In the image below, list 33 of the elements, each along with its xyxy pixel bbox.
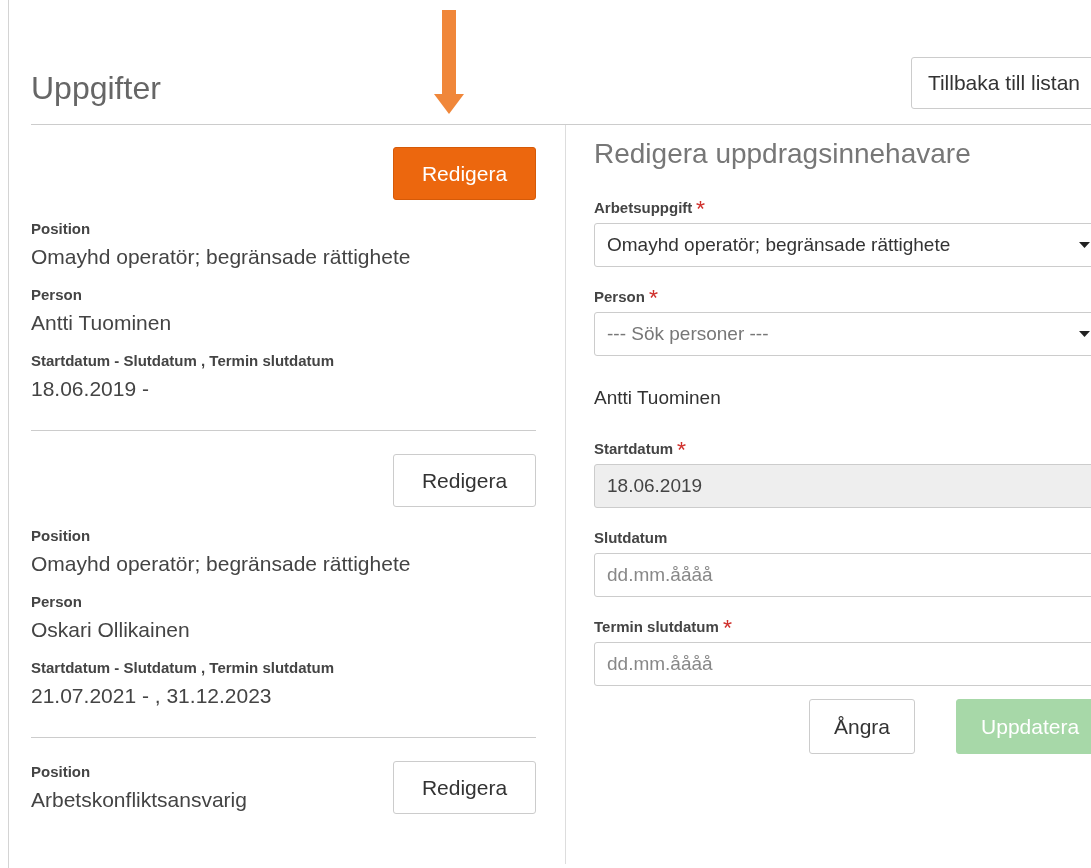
field-value: Omayhd operatör; begränsade rättighete (31, 551, 411, 577)
edit-button[interactable]: Redigera (393, 761, 536, 814)
field-value: 18.06.2019 - (31, 376, 149, 402)
field-label: Position (31, 526, 91, 546)
field-label: Person (31, 592, 82, 612)
page-title: Uppgifter (31, 69, 161, 108)
field-label: Arbetsuppgift (594, 199, 693, 217)
field-value: Omayhd operatör; begränsade rättighete (31, 244, 411, 270)
field-label: Position (31, 762, 91, 782)
field-value: 21.07.2021 - , 31.12.2023 (31, 683, 272, 709)
field-value: Arbetskonfliktsansvarig (31, 787, 247, 813)
caret-icon (1079, 331, 1090, 337)
person-name: Antti Tuominen (594, 386, 722, 410)
field-value: Antti Tuominen (31, 310, 172, 336)
field-label: Person (594, 288, 645, 306)
undo-button[interactable]: Ångra (809, 699, 916, 754)
edit-button[interactable]: Redigera (393, 454, 536, 507)
input-field[interactable]: dd.mm.åååå (594, 642, 1091, 686)
back-button[interactable]: Tillbaka till listan (910, 57, 1091, 109)
field-label: Termin slutdatum (594, 618, 719, 636)
caret-icon (1079, 242, 1090, 248)
field-label: Startdatum (594, 440, 674, 458)
field-label: Startdatum - Slutdatum , Termin slutdatum (31, 658, 335, 678)
field-label: Person (31, 285, 82, 305)
field-value: Oskari Ollikainen (31, 617, 190, 643)
arrow-icon (434, 10, 464, 114)
select-field[interactable]: --- Sök personer --- (594, 312, 1091, 356)
form-title: Redigera uppdragsinnehavare (594, 137, 972, 171)
field-label: Position (31, 219, 91, 239)
input-field[interactable]: dd.mm.åååå (594, 553, 1091, 597)
field-label: Startdatum - Slutdatum , Termin slutdatum (31, 351, 335, 371)
select-field[interactable]: Omayhd operatör; begränsade rättighete (594, 223, 1091, 267)
field-label: Slutdatum (594, 529, 668, 547)
